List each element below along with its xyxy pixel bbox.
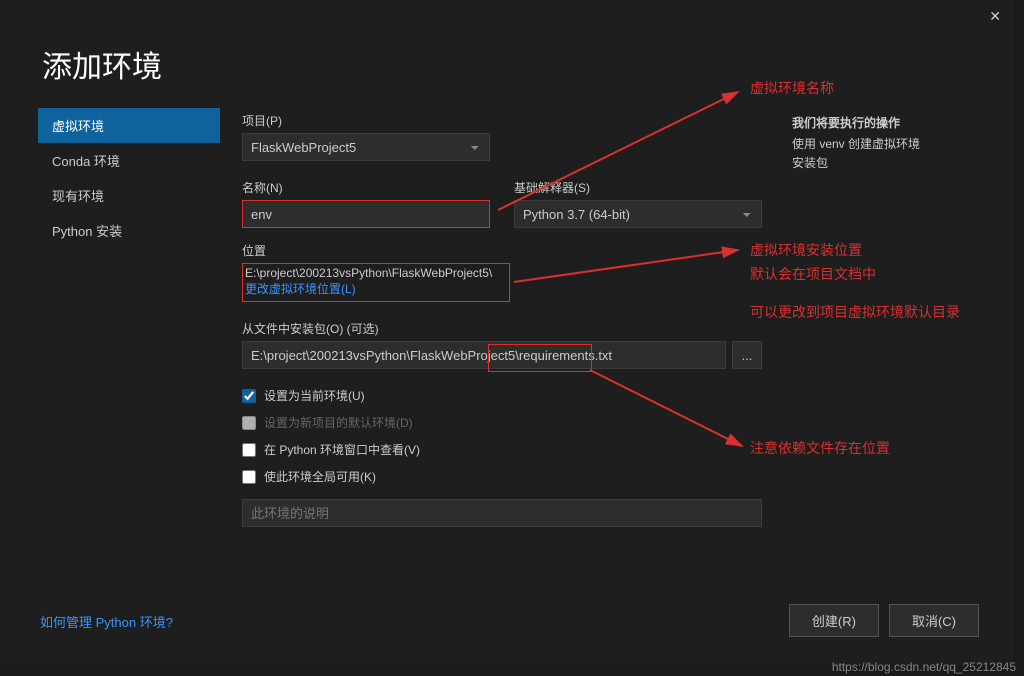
location-path: E:\project\200213vsPython\FlaskWebProjec… <box>243 266 509 280</box>
ops-line2: 安装包 <box>792 154 920 171</box>
check-window-box[interactable] <box>242 443 256 457</box>
project-select[interactable]: FlaskWebProject5 <box>242 133 490 161</box>
dialog-title: 添加环境 <box>42 42 162 86</box>
packages-input[interactable] <box>242 341 726 369</box>
sidebar-item-conda[interactable]: Conda 环境 <box>38 143 220 178</box>
name-input[interactable] <box>242 200 490 228</box>
close-icon[interactable]: ✕ <box>989 8 1001 25</box>
interpreter-label: 基础解释器(S) <box>514 179 762 196</box>
browse-button[interactable]: ... <box>732 341 762 369</box>
name-label: 名称(N) <box>242 179 490 196</box>
add-environment-dialog: ✕ 添加环境 虚拟环境 Conda 环境 现有环境 Python 安装 项目(P… <box>0 0 1013 665</box>
check-default[interactable]: 设置为新项目的默认环境(D) <box>242 414 762 431</box>
annotation-dep-file: 注意依赖文件存在位置 <box>750 438 890 458</box>
check-default-box[interactable] <box>242 416 256 430</box>
check-global[interactable]: 使此环境全局可用(K) <box>242 468 762 485</box>
location-label: 位置 <box>242 242 762 259</box>
ops-header: 我们将要执行的操作 <box>792 114 920 131</box>
sidebar-item-existing[interactable]: 现有环境 <box>38 178 220 213</box>
cancel-button[interactable]: 取消(C) <box>889 604 979 637</box>
sidebar-item-python-install[interactable]: Python 安装 <box>38 213 220 248</box>
packages-label: 从文件中安装包(O) (可选) <box>242 320 762 337</box>
location-block: E:\project\200213vsPython\FlaskWebProjec… <box>242 263 510 302</box>
change-location-link[interactable]: 更改虚拟环境位置(L) <box>243 280 509 297</box>
sidebar-item-virtualenv[interactable]: 虚拟环境 <box>38 108 220 143</box>
check-window[interactable]: 在 Python 环境窗口中查看(V) <box>242 441 762 458</box>
form-area: 项目(P) FlaskWebProject5 名称(N) 基础解释器(S) Py… <box>242 112 762 527</box>
checkbox-group: 设置为当前环境(U) 设置为新项目的默认环境(D) 在 Python 环境窗口中… <box>242 387 762 527</box>
check-global-box[interactable] <box>242 470 256 484</box>
help-link[interactable]: 如何管理 Python 环境? <box>40 612 173 631</box>
create-button[interactable]: 创建(R) <box>789 604 879 637</box>
description-input[interactable] <box>242 499 762 527</box>
button-row: 创建(R) 取消(C) <box>789 604 979 637</box>
annotation-install-location: 虚拟环境安装位置 <box>750 240 862 260</box>
annotation-change-dir: 可以更改到项目虚拟环境默认目录 <box>750 302 960 322</box>
check-current[interactable]: 设置为当前环境(U) <box>242 387 762 404</box>
sidebar: 虚拟环境 Conda 环境 现有环境 Python 安装 <box>38 108 220 248</box>
project-label: 项目(P) <box>242 112 762 129</box>
annotation-env-name: 虚拟环境名称 <box>750 78 834 98</box>
operations-info: 我们将要执行的操作 使用 venv 创建虚拟环境 安装包 <box>792 114 920 173</box>
annotation-default-doc: 默认会在项目文档中 <box>750 264 876 284</box>
interpreter-select[interactable]: Python 3.7 (64-bit) <box>514 200 762 228</box>
check-current-box[interactable] <box>242 389 256 403</box>
ops-line1: 使用 venv 创建虚拟环境 <box>792 135 920 152</box>
watermark: https://blog.csdn.net/qq_25212845 <box>832 660 1016 674</box>
